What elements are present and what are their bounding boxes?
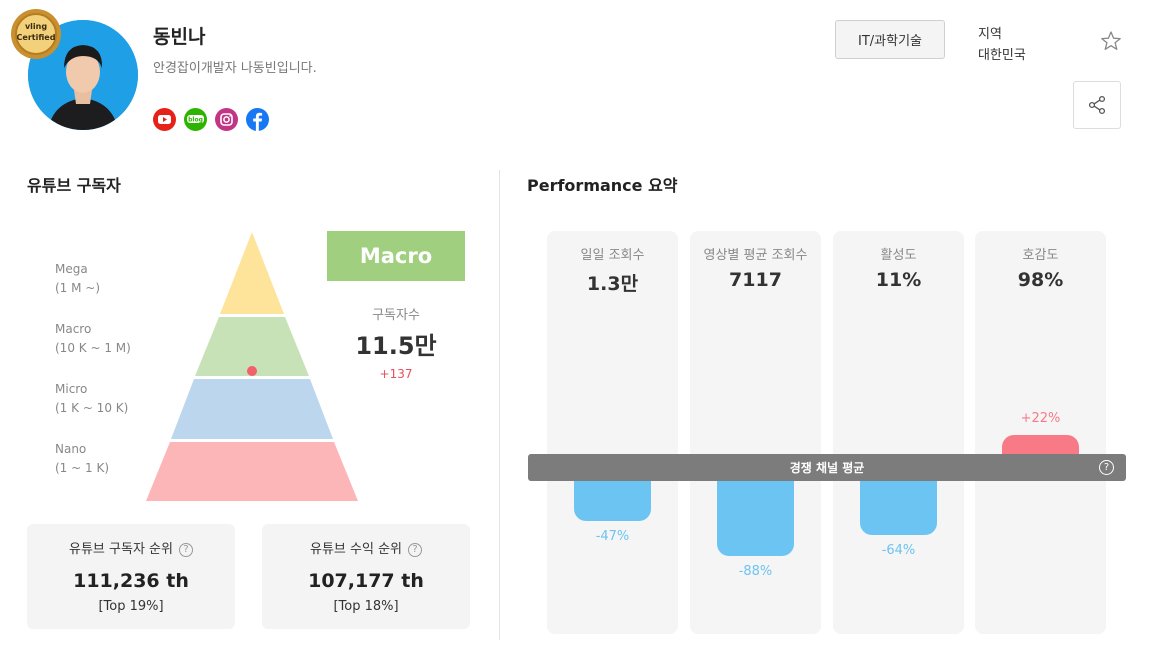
performance-metric-value: 11% [875, 269, 922, 291]
section-divider [499, 170, 500, 640]
performance-card: 호감도 98% +22% [975, 231, 1106, 634]
tier-label-mega: Mega (1 M ~) [55, 262, 101, 295]
performance-card: 영상별 평균 조회수 7117 -88% [690, 231, 821, 634]
competitor-average-bar: 경쟁 채널 평균 ? [528, 454, 1126, 481]
tier-badge: Macro [327, 231, 465, 281]
tier-label-micro: Micro (1 K ~ 10 K) [55, 382, 129, 415]
performance-diff-label: -47% [595, 528, 630, 544]
subscribers-section-title: 유튜브 구독자 [27, 176, 121, 195]
performance-card: 일일 조회수 1.3만 -47% [547, 231, 678, 634]
share-icon [1088, 95, 1106, 115]
performance-card: 활성도 11% -64% [833, 231, 964, 634]
instagram-icon[interactable] [215, 108, 238, 131]
help-icon[interactable]: ? [1099, 460, 1114, 475]
channel-position-marker [247, 366, 257, 376]
star-icon[interactable] [1100, 30, 1122, 52]
svg-text:blog: blog [188, 117, 203, 124]
subscriber-rank-card: 유튜브 구독자 순위? 111,236 th [Top 19%] [27, 524, 235, 629]
performance-metric-value: 98% [1017, 269, 1064, 291]
performance-metric-value: 7117 [729, 269, 782, 291]
pyramid-tier-micro [171, 379, 333, 439]
pyramid-tier-mega [220, 232, 284, 314]
performance-metric-value: 1.3만 [586, 273, 639, 295]
badge-line1: vling [24, 22, 48, 31]
badge-line2: Certified [16, 33, 56, 42]
performance-diff-label: -64% [881, 543, 916, 559]
subscriber-count-value: 11.5만 [355, 332, 437, 360]
youtube-icon[interactable] [153, 108, 176, 131]
rank-card-value: 111,236 th [73, 570, 189, 592]
share-button[interactable] [1073, 81, 1121, 129]
region-value: 대한민국 [978, 48, 1026, 63]
performance-metric-label: 활성도 [880, 248, 917, 263]
performance-metric-label: 호감도 [1022, 248, 1059, 263]
tier-label-macro: Macro (10 K ~ 1 M) [55, 322, 131, 355]
performance-metric-label: 영상별 평균 조회수 [703, 248, 808, 263]
subscriber-count-label: 구독자수 [372, 308, 420, 323]
rank-card-value: 107,177 th [308, 570, 424, 592]
competitor-average-label: 경쟁 채널 평균 [789, 461, 865, 475]
performance-diff-label: -88% [738, 563, 773, 579]
rank-card-title: 유튜브 구독자 순위 [69, 542, 173, 557]
social-links: blog [153, 108, 269, 131]
profile-avatar-area: vling Certified [10, 8, 140, 133]
region-label: 지역 [978, 27, 1002, 42]
performance-diff-bar [860, 475, 937, 536]
rank-card-title: 유튜브 수익 순위 [310, 542, 402, 557]
rank-card-top: [Top 19%] [98, 599, 164, 614]
blog-icon[interactable]: blog [184, 108, 207, 131]
rank-card-top: [Top 18%] [333, 599, 399, 614]
revenue-rank-card: 유튜브 수익 순위? 107,177 th [Top 18%] [262, 524, 470, 629]
performance-metric-label: 일일 조회수 [580, 248, 645, 263]
facebook-icon[interactable] [246, 108, 269, 131]
performance-section-title: Performance 요약 [527, 176, 678, 195]
performance-diff-label: +22% [1020, 411, 1061, 427]
tier-label-nano: Nano (1 ~ 1 K) [55, 442, 109, 475]
performance-diff-bar [574, 475, 651, 521]
channel-bio: 안경잡이개발자 나동빈입니다. [153, 61, 317, 76]
performance-diff-bar [717, 475, 794, 556]
help-icon[interactable]: ? [178, 543, 193, 557]
pyramid-tier-nano [146, 442, 358, 501]
category-button[interactable]: IT/과학기술 [835, 20, 945, 59]
channel-name: 동빈나 [153, 26, 206, 48]
subscriber-count-delta: +137 [379, 367, 413, 381]
certified-badge: vling Certified [10, 8, 62, 60]
help-icon[interactable]: ? [408, 543, 422, 557]
